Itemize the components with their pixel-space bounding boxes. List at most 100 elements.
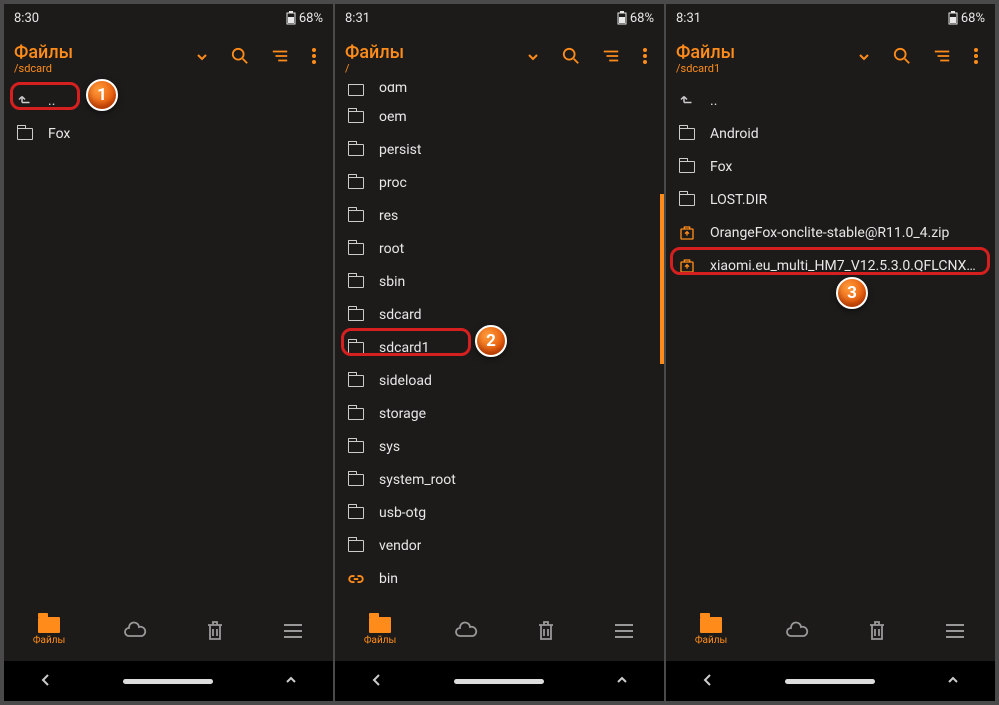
cloud-icon xyxy=(785,621,809,641)
trash-icon xyxy=(205,620,225,642)
system-nav xyxy=(335,661,664,701)
file-row[interactable]: oem xyxy=(337,100,662,133)
scroll-indicator[interactable] xyxy=(660,194,664,364)
phone-panel: 8:30 68% Файлы /sdcard .. Fox 1 Файлы xyxy=(4,4,333,701)
file-row[interactable]: vendor xyxy=(337,529,662,562)
file-row[interactable]: xiaomi.eu_multi_HM7_V12.5.3.0.QFLCNXM_v1… xyxy=(668,249,993,282)
file-row[interactable]: sdcard xyxy=(337,298,662,331)
file-row[interactable]: sbin xyxy=(337,265,662,298)
file-row[interactable]: sys xyxy=(337,430,662,463)
sort-icon[interactable] xyxy=(271,48,289,68)
phone-panel: 8:31 68% Файлы / odm oem persist proc xyxy=(335,4,664,701)
status-bar: 8:31 68% xyxy=(666,4,995,32)
nav-label: Файлы xyxy=(695,635,727,646)
folder-icon xyxy=(347,84,365,96)
file-list: .. Android Fox LOST.DIR OrangeFox-onclit… xyxy=(666,84,995,601)
recents-button[interactable] xyxy=(946,672,960,691)
nav-menu[interactable] xyxy=(944,622,966,640)
home-button[interactable] xyxy=(123,679,213,684)
bottom-nav: Файлы xyxy=(4,601,333,661)
zip-icon xyxy=(678,258,696,274)
folder-filled-icon xyxy=(700,617,722,633)
search-icon[interactable] xyxy=(231,47,249,69)
sort-icon[interactable] xyxy=(602,48,620,68)
sort-icon[interactable] xyxy=(933,48,951,68)
home-button[interactable] xyxy=(785,679,875,684)
back-button[interactable] xyxy=(370,672,384,691)
file-label: vendor xyxy=(379,538,421,554)
recents-button[interactable] xyxy=(615,672,629,691)
folder-icon xyxy=(347,441,365,453)
header: Файлы /sdcard xyxy=(4,32,333,84)
status-time: 8:31 xyxy=(676,11,701,26)
file-label: sideload xyxy=(379,373,432,389)
file-label: res xyxy=(379,208,398,224)
file-row[interactable]: sideload xyxy=(337,364,662,397)
nav-cloud[interactable] xyxy=(454,621,478,641)
file-label: sdcard xyxy=(379,307,422,323)
file-row[interactable]: Fox xyxy=(668,150,993,183)
file-row[interactable]: root xyxy=(337,232,662,265)
breadcrumb-path: /sdcard1 xyxy=(676,62,851,75)
folder-icon xyxy=(347,144,365,156)
more-icon[interactable] xyxy=(973,47,979,69)
nav-label: Файлы xyxy=(33,635,65,646)
file-row[interactable]: storage xyxy=(337,397,662,430)
folder-icon xyxy=(347,177,365,189)
recents-button[interactable] xyxy=(284,672,298,691)
file-row[interactable]: usb-otg xyxy=(337,496,662,529)
file-label: Fox xyxy=(48,126,70,142)
dropdown-icon[interactable] xyxy=(195,49,209,68)
file-row[interactable]: bin xyxy=(337,562,662,595)
system-nav xyxy=(666,661,995,701)
file-row[interactable]: proc xyxy=(337,166,662,199)
breadcrumb-path: /sdcard xyxy=(14,62,189,75)
file-label: xiaomi.eu_multi_HM7_V12.5.3.0.QFLCNXM_v1… xyxy=(710,258,983,274)
bottom-nav: Файлы xyxy=(335,601,664,661)
more-icon[interactable] xyxy=(311,47,317,69)
folder-icon xyxy=(347,342,365,354)
page-title: Файлы xyxy=(14,42,189,63)
home-button[interactable] xyxy=(454,679,544,684)
nav-cloud[interactable] xyxy=(785,621,809,641)
file-label: .. xyxy=(48,93,55,109)
file-row[interactable]: .. xyxy=(6,84,331,117)
file-row[interactable]: LOST.DIR xyxy=(668,183,993,216)
file-row[interactable]: .. xyxy=(668,84,993,117)
folder-icon xyxy=(678,161,696,173)
nav-files[interactable]: Файлы xyxy=(364,617,396,646)
search-icon[interactable] xyxy=(562,47,580,69)
dropdown-icon[interactable] xyxy=(526,49,540,68)
nav-trash[interactable] xyxy=(536,620,556,642)
nav-cloud[interactable] xyxy=(123,621,147,641)
folder-filled-icon xyxy=(38,617,60,633)
more-icon[interactable] xyxy=(642,47,648,69)
file-row[interactable]: Android xyxy=(668,117,993,150)
file-row[interactable]: system_root xyxy=(337,463,662,496)
nav-trash[interactable] xyxy=(205,620,225,642)
file-row[interactable]: sdcard1 xyxy=(337,331,662,364)
file-row[interactable]: OrangeFox-onclite-stable@R11.0_4.zip xyxy=(668,216,993,249)
file-row[interactable]: bugreports xyxy=(337,595,662,601)
back-button[interactable] xyxy=(39,672,53,691)
file-row[interactable]: persist xyxy=(337,133,662,166)
search-icon[interactable] xyxy=(893,47,911,69)
file-label: oem xyxy=(379,109,407,125)
breadcrumb-path: / xyxy=(345,62,520,75)
folder-icon xyxy=(347,375,365,387)
file-row[interactable]: odm xyxy=(337,84,662,100)
nav-files[interactable]: Файлы xyxy=(695,617,727,646)
folder-icon xyxy=(347,474,365,486)
dropdown-icon[interactable] xyxy=(857,49,871,68)
file-label: OrangeFox-onclite-stable@R11.0_4.zip xyxy=(710,225,949,241)
file-label: proc xyxy=(379,175,407,191)
nav-menu[interactable] xyxy=(613,622,635,640)
nav-files[interactable]: Файлы xyxy=(33,617,65,646)
nav-trash[interactable] xyxy=(867,620,887,642)
back-button[interactable] xyxy=(701,672,715,691)
file-label: .. xyxy=(710,93,717,109)
file-row[interactable]: Fox xyxy=(6,117,331,150)
nav-menu[interactable] xyxy=(282,622,304,640)
file-row[interactable]: res xyxy=(337,199,662,232)
cloud-icon xyxy=(123,621,147,641)
